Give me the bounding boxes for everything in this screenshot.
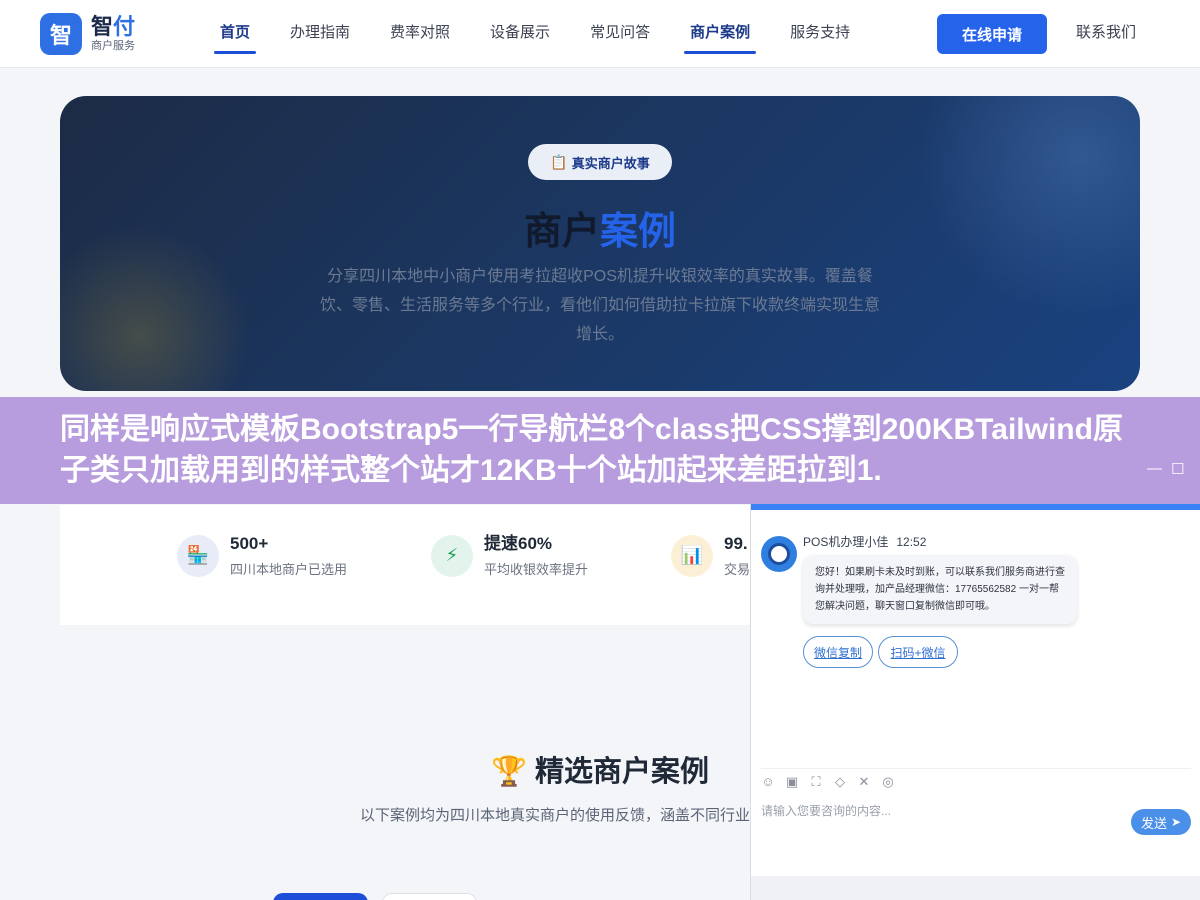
site-header: 智 智付 商户服务 首页 办理指南 费率对照 设备展示 常见问答 商户案例 服务… (0, 0, 1200, 68)
logo-name-part2: 付 (113, 14, 136, 39)
copy-wechat-button[interactable]: 微信复制 (803, 636, 873, 668)
stat-value: 提速60% (484, 534, 553, 553)
nav-item-rates[interactable]: 费率对照 (370, 0, 470, 68)
stat-value: 99. (724, 534, 748, 553)
logo-mark: 智 (40, 13, 82, 55)
chat-message-bubble: 您好！如果刷卡未及时到账，可以联系我们服务商进行查询并处理哦，加产品经理微信：1… (803, 555, 1077, 624)
stat-label: 平均收银效率提升 (484, 562, 589, 577)
chat-meta: POS机办理小佳 12:52 (803, 533, 926, 550)
send-label: 发送 (1140, 815, 1167, 831)
stat-label: 交易 (724, 562, 751, 577)
logo-subtitle: 商户服务 (91, 40, 135, 52)
logo-name-part1: 智 (91, 14, 114, 39)
trophy-icon: 🏆 (490, 756, 528, 788)
chat-topbar (751, 504, 1200, 510)
stat-transactions-text: 99. 交易 (724, 533, 750, 578)
hero-title: 商户案例 (60, 200, 1140, 255)
screenshot-icon[interactable]: ⛶ (809, 774, 823, 789)
hero-badge-label: 真实商户故事 (571, 155, 650, 171)
agent-name: POS机办理小佳 (803, 535, 889, 549)
wechat-icon[interactable]: ◎ (881, 774, 895, 789)
chat-toolbar: ☺ ▣ ⛶ ◇ ✕ ◎ (761, 768, 1191, 790)
apply-online-button[interactable]: 在线申请 (937, 14, 1047, 54)
image-icon[interactable]: ▣ (785, 774, 799, 789)
store-icon: 🏪 (177, 534, 219, 577)
overlay-banner-text: 同样是响应式模板Bootstrap5一行导航栏8个class把CSS撑到200K… (60, 413, 1123, 487)
message-time: 12:52 (896, 535, 927, 549)
lightning-icon: ⚡ (431, 534, 473, 577)
site-logo[interactable]: 智 智付 商户服务 (40, 13, 135, 55)
agent-avatar (761, 536, 797, 572)
logo-name: 智付 (91, 15, 135, 39)
filter-tab-active[interactable] (273, 893, 368, 900)
stat-merchants: 🏪 500+ 四川本地商户已选用 (177, 533, 347, 578)
chat-input[interactable]: 请输入您要咨询的内容... (761, 802, 1121, 819)
chat-footer (751, 876, 1200, 900)
logo-text: 智付 商户服务 (91, 15, 135, 53)
chart-icon: 📊 (671, 534, 713, 577)
hero-title-part2: 案例 (600, 211, 677, 253)
nav-item-cases[interactable]: 商户案例 (670, 0, 770, 68)
nav-item-devices[interactable]: 设备展示 (470, 0, 570, 68)
mute-icon[interactable]: ✕ (857, 774, 871, 789)
overlay-text-banner: 同样是响应式模板Bootstrap5一行导航栏8个class把CSS撑到200K… (0, 397, 1200, 504)
emoji-icon[interactable]: ☺ (761, 774, 775, 789)
clipboard-icon: 📋 (550, 153, 568, 170)
send-button[interactable]: 发送 ➤ (1131, 809, 1191, 835)
stat-merchants-text: 500+ 四川本地商户已选用 (230, 533, 347, 578)
hero-title-part1: 商户 (523, 211, 600, 253)
stat-label: 四川本地商户已选用 (230, 562, 348, 577)
hero-description: 分享四川本地中小商户使用考拉超收POS机提升收银效率的真实故事。覆盖餐饮、零售、… (320, 268, 881, 343)
scan-wechat-button[interactable]: 扫码+微信 (878, 636, 958, 668)
hero-badge: 📋 真实商户故事 (528, 144, 672, 180)
send-arrow-icon: ➤ (1170, 815, 1182, 829)
avatar-face (768, 543, 790, 565)
nav-item-guide[interactable]: 办理指南 (270, 0, 370, 68)
main-nav: 首页 办理指南 费率对照 设备展示 常见问答 商户案例 服务支持 (200, 0, 870, 68)
section-title-text: 精选商户案例 (535, 756, 710, 788)
chat-widget: POS机办理小佳 12:52 您好！如果刷卡未及时到账，可以联系我们服务商进行查询… (750, 504, 1200, 900)
nav-item-contact[interactable]: 联系我们 (1062, 0, 1150, 68)
stat-transactions: 📊 99. 交易 (671, 533, 750, 578)
filter-tab[interactable] (382, 893, 477, 900)
nav-item-faq[interactable]: 常见问答 (570, 0, 670, 68)
minimize-icon[interactable]: — (1147, 460, 1162, 477)
stat-value: 500+ (230, 534, 269, 553)
maximize-icon[interactable]: ☐ (1171, 460, 1184, 478)
nav-item-support[interactable]: 服务支持 (770, 0, 870, 68)
shield-icon[interactable]: ◇ (833, 774, 847, 789)
stat-efficiency: ⚡ 提速60% 平均收银效率提升 (431, 533, 588, 578)
hero-banner: 📋 真实商户故事 商户案例 分享四川本地中小商户使用考拉超收POS机提升收银效率… (60, 96, 1140, 391)
stat-efficiency-text: 提速60% 平均收银效率提升 (484, 533, 588, 578)
nav-item-home[interactable]: 首页 (200, 0, 270, 68)
